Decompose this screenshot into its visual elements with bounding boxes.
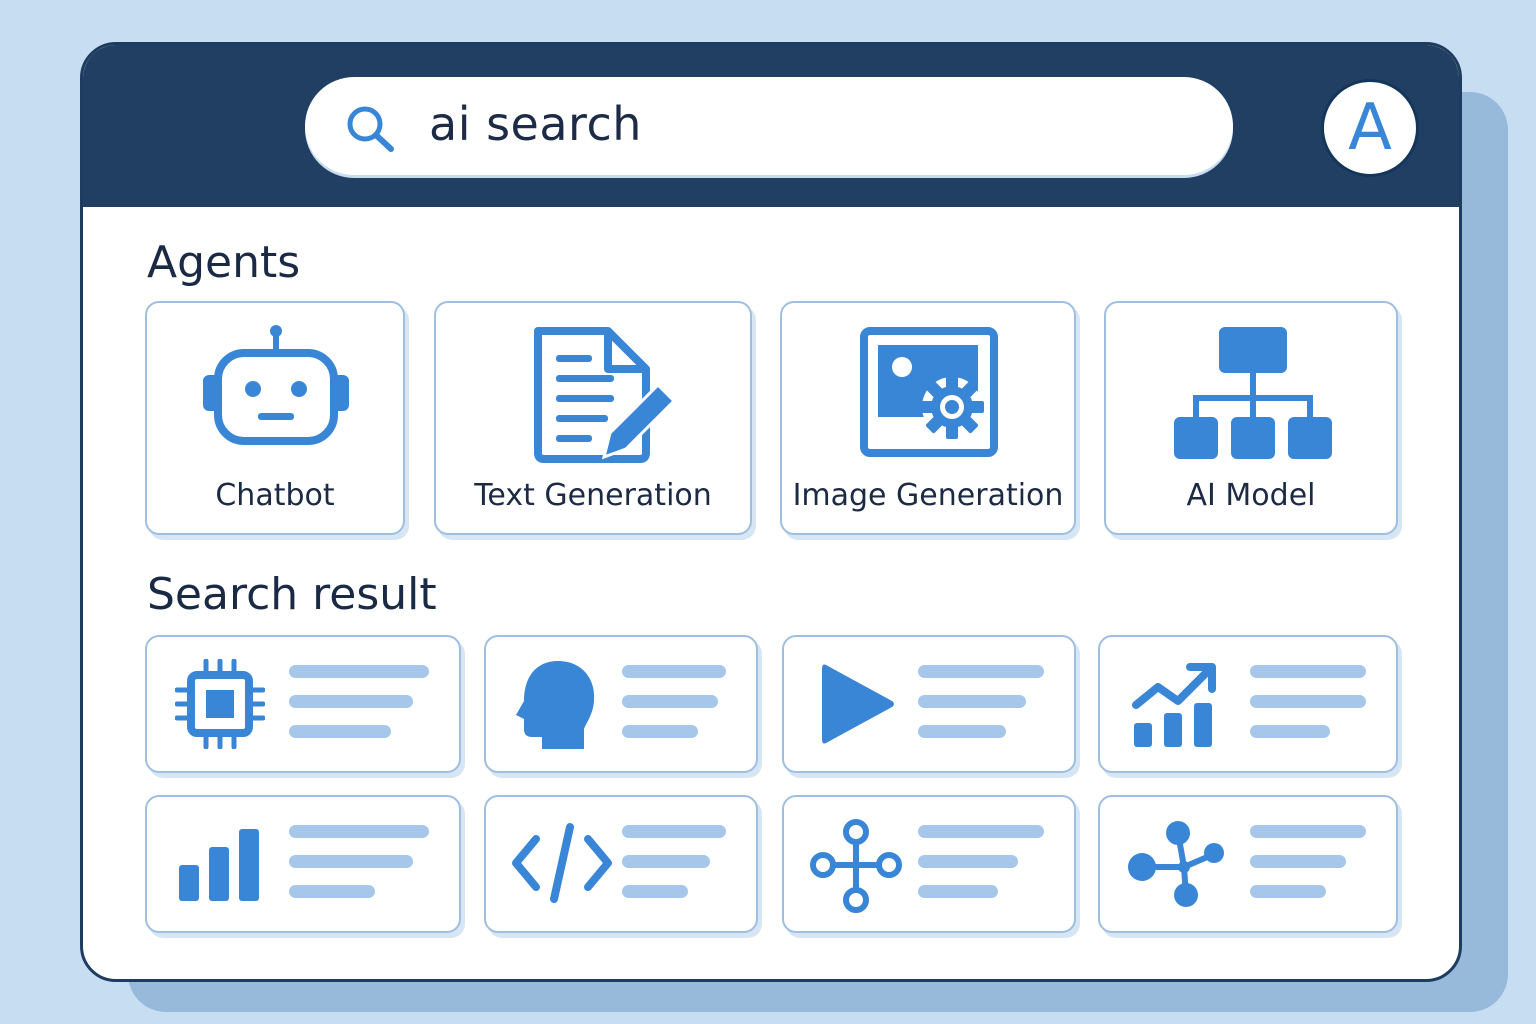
result-card-network[interactable] — [1098, 795, 1398, 933]
search-bar[interactable]: ai search — [305, 77, 1233, 175]
search-input[interactable]: ai search — [429, 97, 642, 151]
network-icon — [1128, 821, 1224, 907]
text-placeholder-line — [918, 665, 1044, 678]
hierarchy-icon — [1174, 327, 1332, 459]
agent-label: AI Model — [1186, 478, 1316, 513]
text-placeholder-line — [622, 885, 688, 898]
share-nodes-icon — [810, 819, 902, 913]
result-card-trend-chart[interactable] — [1098, 635, 1398, 773]
head-icon — [516, 661, 595, 749]
header-bar: ai search A — [83, 45, 1459, 207]
text-placeholder-line — [918, 825, 1044, 838]
search-result-section-title: Search result — [147, 569, 437, 620]
code-icon — [512, 823, 612, 903]
result-card-play[interactable] — [782, 635, 1076, 773]
chip-icon — [175, 659, 265, 749]
agent-card-chatbot[interactable]: Chatbot — [145, 301, 405, 535]
text-placeholder-line — [289, 665, 429, 678]
play-icon — [822, 664, 894, 744]
text-placeholder-line — [622, 725, 698, 738]
trend-chart-icon — [1132, 663, 1216, 747]
text-placeholder-line — [622, 855, 710, 868]
avatar-letter: A — [1348, 91, 1392, 165]
robot-icon — [203, 325, 349, 445]
text-placeholder-line — [1250, 825, 1366, 838]
result-card-head[interactable] — [484, 635, 758, 773]
result-card-code[interactable] — [484, 795, 758, 933]
text-placeholder-line — [289, 695, 413, 708]
text-placeholder-line — [289, 855, 413, 868]
text-placeholder-line — [622, 665, 726, 678]
agent-card-ai-model[interactable]: AI Model — [1104, 301, 1398, 535]
agents-section-title: Agents — [147, 237, 301, 288]
text-placeholder-line — [622, 695, 718, 708]
agent-card-image-generation[interactable]: Image Generation — [780, 301, 1076, 535]
text-placeholder-line — [1250, 695, 1366, 708]
text-placeholder-line — [918, 695, 1026, 708]
text-placeholder-line — [918, 885, 998, 898]
text-placeholder-line — [289, 725, 391, 738]
text-placeholder-line — [918, 725, 1006, 738]
agent-label: Text Generation — [474, 478, 712, 513]
text-placeholder-line — [289, 825, 429, 838]
bar-chart-icon — [179, 829, 259, 901]
agent-card-text-generation[interactable]: Text Generation — [434, 301, 752, 535]
text-placeholder-line — [289, 885, 375, 898]
result-card-chip[interactable] — [145, 635, 461, 773]
image-gear-icon — [860, 327, 998, 457]
result-card-bar-chart[interactable] — [145, 795, 461, 933]
text-placeholder-line — [622, 825, 726, 838]
search-icon[interactable] — [343, 103, 399, 155]
result-card-share-nodes[interactable] — [782, 795, 1076, 933]
text-placeholder-line — [1250, 855, 1346, 868]
text-placeholder-line — [1250, 665, 1366, 678]
text-placeholder-line — [1250, 725, 1330, 738]
agent-label: Image Generation — [792, 478, 1064, 513]
agent-label: Chatbot — [215, 478, 335, 513]
document-pencil-icon — [534, 327, 677, 463]
avatar[interactable]: A — [1321, 79, 1419, 177]
app-window: ai search A Agents Chatbot Text Generati… — [80, 42, 1462, 982]
text-placeholder-line — [918, 855, 1018, 868]
text-placeholder-line — [1250, 885, 1326, 898]
